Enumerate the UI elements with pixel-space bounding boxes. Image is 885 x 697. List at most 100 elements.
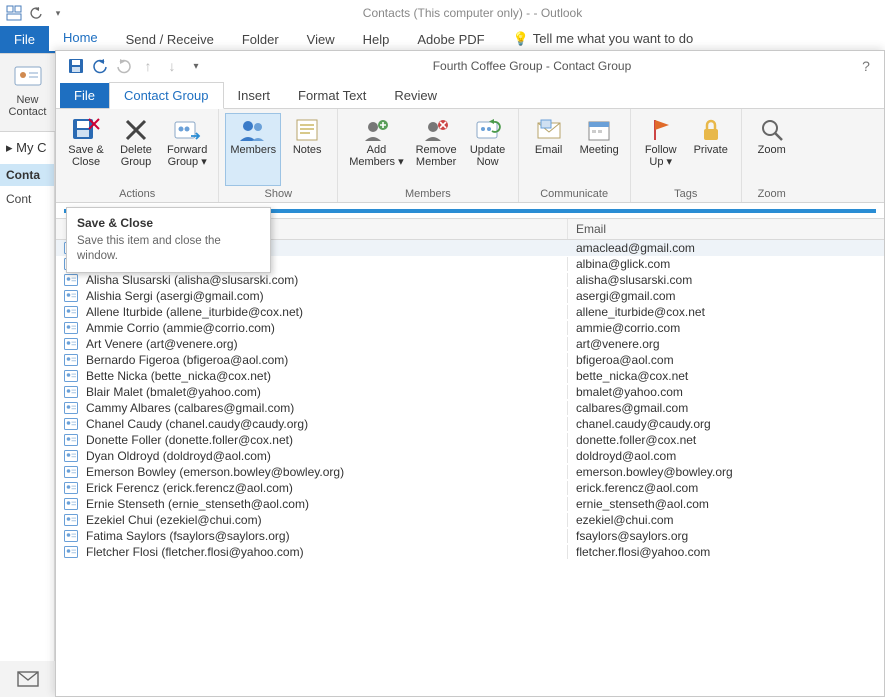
tab-send-receive[interactable]: Send / Receive — [112, 26, 228, 53]
table-row[interactable]: Fletcher Flosi (fletcher.flosi@yahoo.com… — [56, 544, 884, 560]
tab-review[interactable]: Review — [380, 83, 451, 108]
tab-view[interactable]: View — [293, 26, 349, 53]
contact-card-icon — [56, 322, 78, 334]
member-name: Fatima Saylors (fsaylors@saylors.org) — [78, 529, 568, 543]
member-email: ernie_stenseth@aol.com — [568, 497, 884, 511]
help-icon[interactable]: ? — [856, 58, 876, 74]
contact-card-icon — [56, 354, 78, 366]
prev-item-icon[interactable]: ↑ — [136, 54, 160, 78]
undo-icon[interactable] — [28, 5, 44, 21]
contact-card-icon — [56, 482, 78, 494]
member-email: alisha@slusarski.com — [568, 273, 884, 287]
member-email: allene_iturbide@cox.net — [568, 305, 884, 319]
member-email: emerson.bowley@bowley.org — [568, 465, 884, 479]
table-row[interactable]: Donette Foller (donette.foller@cox.net)d… — [56, 432, 884, 448]
contact-group-window: ↑ ↓ ▾ Fourth Coffee Group - Contact Grou… — [55, 50, 885, 697]
tab-help[interactable]: Help — [349, 26, 404, 53]
contact-card-icon — [56, 498, 78, 510]
notes-button[interactable]: Notes — [283, 113, 331, 186]
next-item-icon[interactable]: ↓ — [160, 54, 184, 78]
notes-icon — [291, 116, 323, 144]
member-email: chanel.caudy@caudy.org — [568, 417, 884, 431]
ribbon-group-zoom: Zoom Zoom — [742, 109, 802, 202]
private-button[interactable]: Private — [687, 113, 735, 186]
member-name: Fletcher Flosi (fletcher.flosi@yahoo.com… — [78, 545, 568, 559]
tell-me-search[interactable]: 💡Tell me what you want to do — [499, 25, 708, 53]
app-icon — [6, 5, 22, 21]
contact-card-icon — [56, 386, 78, 398]
tab-file[interactable]: File — [60, 83, 109, 108]
meeting-button[interactable]: Meeting — [575, 113, 624, 186]
table-row[interactable]: Bette Nicka (bette_nicka@cox.net)bette_n… — [56, 368, 884, 384]
table-row[interactable]: Bernardo Figeroa (bfigeroa@aol.com)bfige… — [56, 352, 884, 368]
meeting-icon — [583, 116, 615, 144]
outer-titlebar: ▾ Contacts (This computer only) - - Outl… — [0, 0, 885, 26]
inner-window-title: Fourth Coffee Group - Contact Group — [208, 59, 856, 73]
tab-format-text[interactable]: Format Text — [284, 83, 380, 108]
table-row[interactable]: Ammie Corrio (ammie@corrio.com)ammie@cor… — [56, 320, 884, 336]
redo-icon[interactable] — [112, 54, 136, 78]
tab-contact-group[interactable]: Contact Group — [109, 82, 224, 109]
contact-card-icon — [56, 418, 78, 430]
table-row[interactable]: Emerson Bowley (emerson.bowley@bowley.or… — [56, 464, 884, 480]
remove-member-button[interactable]: Remove Member — [411, 113, 462, 186]
member-email: bette_nicka@cox.net — [568, 369, 884, 383]
table-row[interactable]: Erick Ferencz (erick.ferencz@aol.com)eri… — [56, 480, 884, 496]
table-row[interactable]: Ezekiel Chui (ezekiel@chui.com)ezekiel@c… — [56, 512, 884, 528]
undo-icon[interactable] — [88, 54, 112, 78]
table-row[interactable]: Cammy Albares (calbares@gmail.com)calbar… — [56, 400, 884, 416]
table-row[interactable]: Blair Malet (bmalet@yahoo.com)bmalet@yah… — [56, 384, 884, 400]
table-row[interactable]: Fatima Saylors (fsaylors@saylors.org)fsa… — [56, 528, 884, 544]
save-icon[interactable] — [64, 54, 88, 78]
member-email: erick.ferencz@aol.com — [568, 481, 884, 495]
table-row[interactable]: Alishia Sergi (asergi@gmail.com)asergi@g… — [56, 288, 884, 304]
members-button[interactable]: Members — [225, 113, 281, 186]
tab-adobe-pdf[interactable]: Adobe PDF — [403, 26, 498, 53]
mail-nav-icon[interactable] — [0, 661, 55, 697]
member-name: Ernie Stenseth (ernie_stenseth@aol.com) — [78, 497, 568, 511]
table-row[interactable]: Art Venere (art@venere.org)art@venere.or… — [56, 336, 884, 352]
save-close-button[interactable]: Save & Close — [62, 113, 110, 186]
table-row[interactable]: Alisha Slusarski (alisha@slusarski.com)a… — [56, 272, 884, 288]
ribbon-group-actions: Save & Close Delete Group Forward Group … — [56, 109, 219, 202]
table-row[interactable]: Ernie Stenseth (ernie_stenseth@aol.com)e… — [56, 496, 884, 512]
tab-folder[interactable]: Folder — [228, 26, 293, 53]
member-email: amaclead@gmail.com — [568, 241, 884, 255]
tab-home[interactable]: Home — [49, 24, 112, 53]
tab-file[interactable]: File — [0, 26, 49, 53]
qat-customize-icon[interactable]: ▾ — [184, 54, 208, 78]
table-row[interactable]: Chanel Caudy (chanel.caudy@caudy.org)cha… — [56, 416, 884, 432]
members-icon — [237, 116, 269, 144]
table-row[interactable]: Allene Iturbide (allene_iturbide@cox.net… — [56, 304, 884, 320]
group-label-show: Show — [225, 186, 331, 202]
member-email: fsaylors@saylors.org — [568, 529, 884, 543]
forward-group-button[interactable]: Forward Group ▾ — [162, 113, 212, 186]
member-name: Bernardo Figeroa (bfigeroa@aol.com) — [78, 353, 568, 367]
email-button[interactable]: Email — [525, 113, 573, 186]
members-grid[interactable]: Name Email amaclead@gmail.comAlbina Glic… — [56, 218, 884, 696]
member-name: Donette Foller (donette.foller@cox.net) — [78, 433, 568, 447]
group-label-members: Members — [344, 186, 511, 202]
table-row[interactable]: Dyan Oldroyd (doldroyd@aol.com)doldroyd@… — [56, 448, 884, 464]
contact-card-icon — [56, 434, 78, 446]
zoom-button[interactable]: Zoom — [748, 113, 796, 186]
nav-item-selected[interactable]: Conta — [0, 164, 54, 186]
update-now-button[interactable]: Update Now — [464, 113, 512, 186]
qat-dropdown-icon[interactable]: ▾ — [50, 5, 66, 21]
outer-window-title: Contacts (This computer only) - - Outloo… — [66, 6, 879, 20]
outer-left-nav: ▸ My C Conta Cont — [0, 132, 55, 697]
follow-up-button[interactable]: Follow Up ▾ — [637, 113, 685, 186]
new-contact-button[interactable]: New Contact — [0, 60, 55, 118]
member-name: Dyan Oldroyd (doldroyd@aol.com) — [78, 449, 568, 463]
tooltip-title: Save & Close — [77, 216, 260, 230]
nav-header[interactable]: ▸ My C — [0, 132, 54, 164]
contact-card-icon — [56, 466, 78, 478]
col-email-header[interactable]: Email — [568, 219, 884, 239]
add-members-button[interactable]: Add Members ▾ — [344, 113, 408, 186]
member-name: Chanel Caudy (chanel.caudy@caudy.org) — [78, 417, 568, 431]
tab-insert[interactable]: Insert — [224, 83, 285, 108]
contact-card-icon — [56, 306, 78, 318]
delete-group-button[interactable]: Delete Group — [112, 113, 160, 186]
nav-item[interactable]: Cont — [0, 186, 54, 212]
member-name: Alisha Slusarski (alisha@slusarski.com) — [78, 273, 568, 287]
